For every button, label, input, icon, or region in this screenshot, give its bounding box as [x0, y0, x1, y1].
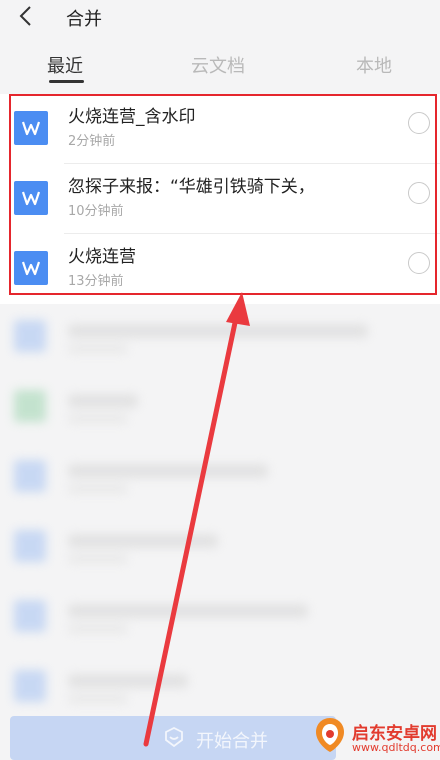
back-button[interactable] — [10, 2, 40, 30]
active-tab-indicator — [49, 80, 84, 83]
blurred-list — [0, 300, 440, 710]
chevron-left-icon — [19, 6, 31, 26]
watermark-logo-icon — [316, 718, 344, 752]
blurred-row — [0, 650, 440, 720]
highlight-box — [9, 94, 437, 295]
blurred-row — [0, 580, 440, 650]
top-bar: 合并 — [0, 0, 440, 34]
blurred-row — [0, 510, 440, 580]
tab-local[interactable]: 本地 — [356, 52, 392, 78]
tab-bar: 最近 云文档 本地 — [0, 44, 440, 84]
blurred-row — [0, 300, 440, 370]
start-merge-label: 开始合并 — [196, 731, 268, 752]
page-title: 合并 — [66, 9, 102, 30]
watermark-url: www.qdltdq.com — [352, 741, 440, 754]
tab-cloud-docs[interactable]: 云文档 — [191, 52, 245, 78]
merge-icon — [165, 726, 183, 748]
tab-recent[interactable]: 最近 — [47, 52, 83, 78]
blurred-row — [0, 440, 440, 510]
blurred-row — [0, 370, 440, 440]
